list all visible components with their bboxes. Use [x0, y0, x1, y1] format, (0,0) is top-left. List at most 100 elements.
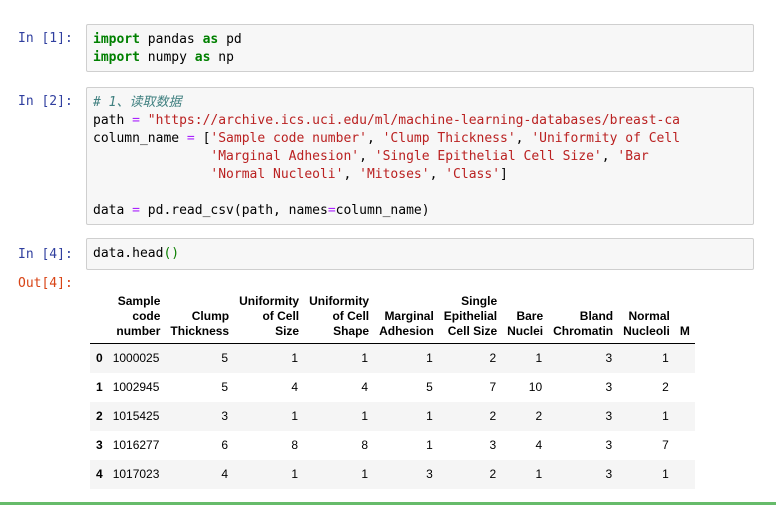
code-token: = [132, 113, 140, 128]
table-cell: 1000025 [112, 351, 160, 366]
table-cell: 10 [528, 380, 543, 394]
code-token: , [601, 149, 618, 164]
table-cell-truncated [675, 373, 695, 402]
table-cell: 1 [535, 467, 543, 481]
table-cell: 2 [662, 380, 669, 394]
code-token: = [132, 203, 140, 218]
table-row: 2 1015425 3 1 1 1 2 2 3 1 [90, 401, 695, 431]
table-cell: 1016277 [112, 438, 160, 452]
code-line: column_name = ['Sample code number', 'Cl… [93, 130, 747, 148]
table-cell: 1 [662, 409, 669, 423]
table-cell: 8 [361, 438, 369, 452]
table-cell: 1002945 [112, 380, 160, 394]
code-token: pd.read_csv(path, names [139, 203, 328, 218]
code-token: , [366, 131, 383, 146]
column-header-line: Nucleoli [623, 324, 670, 338]
code-line: data = pd.read_csv(path, names=column_na… [93, 202, 747, 220]
code-line: 'Marginal Adhesion', 'Single Epithelial … [93, 148, 747, 166]
code-cell-head[interactable]: data.head() [86, 238, 754, 270]
row-index: 2 [96, 409, 103, 423]
code-token: 'Mitoses' [359, 167, 430, 182]
table-cell: 1 [291, 409, 299, 423]
column-header-line: M [679, 324, 690, 338]
table-cell-truncated [675, 431, 695, 460]
code-line: 'Normal Nucleoli', 'Mitoses', 'Class'] [93, 166, 747, 184]
code-token: import [93, 50, 140, 65]
column-header-line: Cell Size [447, 324, 498, 338]
table-cell: 1 [361, 409, 369, 423]
column-header-line: Chromatin [553, 324, 614, 338]
table-cell: 5 [221, 380, 229, 394]
table-cell: 1 [291, 467, 299, 481]
table-cell: 8 [291, 438, 299, 452]
column-header-line: Sample [117, 294, 161, 308]
table-cell: 3 [605, 467, 613, 481]
table-row: 4 1017023 4 1 1 3 2 1 3 1 [90, 459, 695, 489]
table-cell: 3 [605, 438, 613, 452]
code-token: data [93, 203, 133, 218]
code-line: import pandas as pd [93, 31, 747, 49]
code-token: "https://archive.ics.uci.edu/ml/machine-… [147, 113, 681, 128]
code-line: # 1、读取数据 [93, 94, 747, 112]
code-editor[interactable]: import pandas as pd import numpy as np [87, 25, 753, 71]
code-editor[interactable]: # 1、读取数据 path = "https://archive.ics.uci.… [87, 88, 753, 224]
table-cell: 7 [662, 438, 669, 452]
header-row: Sample code number Clump Thickness Uniformity… [90, 294, 695, 344]
code-token: pd [218, 32, 242, 47]
code-token: pandas [139, 32, 203, 47]
column-header-line: Uniformity [239, 294, 300, 308]
table-cell: 1 [662, 351, 669, 366]
table-cell: 3 [605, 409, 613, 423]
column-header: Single Epithelial Cell Size [439, 294, 502, 344]
table-row: 1 1002945 5 4 4 5 7 10 3 2 [90, 373, 695, 402]
input-prompt: In [2]: [18, 94, 73, 109]
column-header-line: Thickness [170, 324, 230, 338]
code-token: column_name [93, 131, 187, 146]
code-token: path [93, 113, 133, 128]
table-cell: 4 [535, 438, 543, 452]
table-cell: 4 [291, 380, 299, 394]
table-cell: 1 [426, 409, 433, 423]
index-header [90, 294, 107, 344]
code-token: np [210, 50, 234, 65]
row-index: 0 [96, 351, 103, 366]
column-header-line: Nuclei [507, 324, 544, 338]
table-cell: 1015425 [112, 409, 160, 423]
column-header: Clump Thickness [165, 294, 234, 344]
code-token: data.head [93, 246, 164, 261]
column-header-line: Bland [579, 309, 614, 323]
column-header: M [675, 294, 695, 344]
code-token: 'Marginal Adhesion' [210, 149, 360, 164]
code-editor[interactable]: data.head() [87, 239, 753, 269]
table-cell: 2 [489, 409, 497, 423]
code-cell-imports[interactable]: import pandas as pd import numpy as np [86, 24, 754, 72]
column-header-line: number [116, 324, 161, 338]
column-header: Uniformity of Cell Size [234, 294, 304, 344]
code-token: 'Single Epithelial Cell Size' [374, 149, 602, 164]
table-cell: 3 [221, 409, 229, 423]
code-token: , [359, 149, 375, 164]
table-cell: 3 [426, 467, 433, 481]
column-header-line: Marginal [384, 309, 434, 323]
table-cell: 3 [489, 438, 497, 452]
code-token: () [163, 246, 180, 261]
code-token: # 1、读取数据 [93, 95, 182, 110]
column-header-line: Uniformity [309, 294, 370, 308]
table-cell: 4 [221, 467, 229, 481]
code-token: as [202, 32, 219, 47]
column-header: Uniformity of Cell Shape [304, 294, 374, 344]
code-token: as [194, 50, 211, 65]
table-cell: 6 [221, 438, 229, 452]
table-row: 3 1016277 6 8 8 1 3 4 3 7 [90, 431, 695, 460]
table-cell: 4 [361, 380, 369, 394]
code-token: import [93, 32, 140, 47]
code-token: column_name) [335, 203, 430, 218]
code-token: 'Uniformity of Cell [531, 131, 681, 146]
code-cell-read-csv[interactable]: # 1、读取数据 path = "https://archive.ics.uci.… [86, 87, 754, 225]
code-token: [ [194, 131, 211, 146]
code-token: 'Class' [445, 167, 501, 182]
column-header-line: Size [275, 324, 300, 338]
column-header-line: Clump [191, 309, 230, 323]
